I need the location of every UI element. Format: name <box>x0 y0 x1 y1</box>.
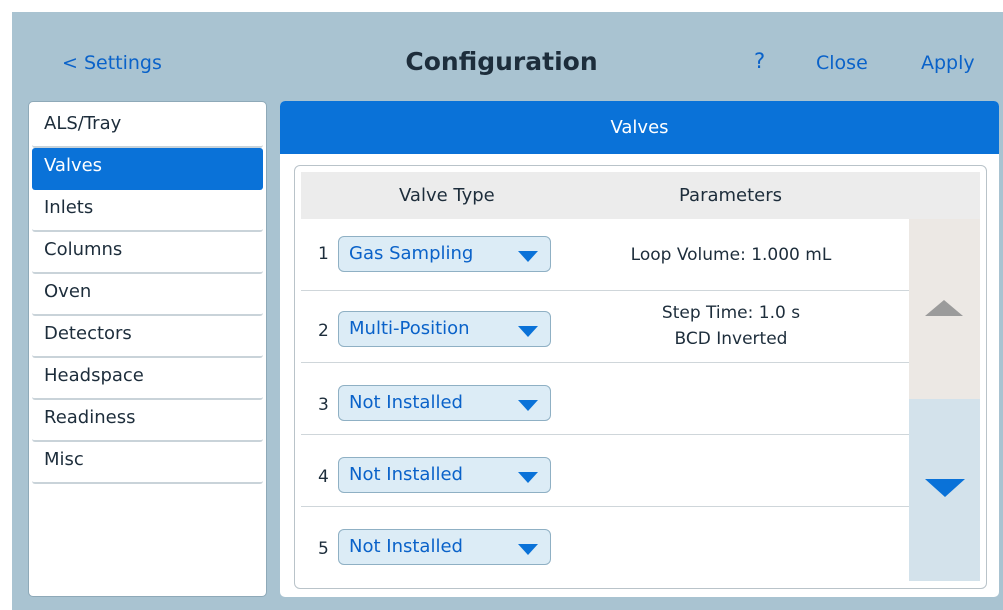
table-row: 5 Not Installed <box>301 507 909 579</box>
table-header: Valve Type Parameters <box>301 172 980 219</box>
triangle-down-icon <box>925 479 965 497</box>
sidebar-item-oven[interactable]: Oven <box>32 274 263 316</box>
scroll-controls <box>909 219 980 581</box>
triangle-up-icon <box>925 300 963 316</box>
valve-type-value: Not Installed <box>349 464 463 485</box>
table-row: 3 Not Installed <box>301 363 909 435</box>
caret-down-icon <box>518 251 538 262</box>
sidebar-item-readiness[interactable]: Readiness <box>32 400 263 442</box>
row-number: 5 <box>318 539 329 559</box>
scroll-down-button[interactable] <box>909 399 980 581</box>
caret-down-icon <box>518 544 538 555</box>
valve-type-value: Gas Sampling <box>349 243 474 264</box>
row-number: 2 <box>318 321 329 341</box>
column-header-parameters: Parameters <box>679 185 783 206</box>
sidebar-item-headspace[interactable]: Headspace <box>32 358 263 400</box>
sidebar-item-misc[interactable]: Misc <box>32 442 263 484</box>
valve-type-value: Not Installed <box>349 392 463 413</box>
scroll-up-button[interactable] <box>909 219 980 399</box>
help-button[interactable]: ? <box>754 50 765 72</box>
valves-panel: Valves Valve Type Parameters 1 Gas Sampl… <box>280 101 999 597</box>
parameter-text: Step Time: 1.0 s <box>661 303 801 323</box>
caret-down-icon <box>518 326 538 337</box>
sidebar-item-columns[interactable]: Columns <box>32 232 263 274</box>
column-header-valve-type: Valve Type <box>399 185 495 206</box>
row-number: 1 <box>318 244 329 264</box>
sidebar-item-detectors[interactable]: Detectors <box>32 316 263 358</box>
valve-type-value: Not Installed <box>349 536 463 557</box>
panel-title: Valves <box>280 101 999 154</box>
caret-down-icon <box>518 472 538 483</box>
valves-table: Valve Type Parameters 1 Gas Sampling Loo… <box>294 165 987 589</box>
valve-type-select[interactable]: Not Installed <box>338 529 551 565</box>
valve-type-select[interactable]: Gas Sampling <box>338 236 551 272</box>
valve-type-select[interactable]: Multi-Position <box>338 311 551 347</box>
valve-type-select[interactable]: Not Installed <box>338 457 551 493</box>
sidebar-item-als-tray[interactable]: ALS/Tray <box>32 106 263 148</box>
sidebar-item-valves[interactable]: Valves <box>32 148 263 190</box>
table-row: 4 Not Installed <box>301 435 909 507</box>
close-button[interactable]: Close <box>816 52 868 74</box>
valve-type-value: Multi-Position <box>349 318 470 339</box>
table-row: 1 Gas Sampling Loop Volume: 1.000 mL <box>301 219 909 291</box>
caret-down-icon <box>518 400 538 411</box>
apply-button[interactable]: Apply <box>921 52 975 74</box>
parameter-text: Loop Volume: 1.000 mL <box>630 245 832 265</box>
sidebar: ALS/Tray Valves Inlets Columns Oven Dete… <box>28 101 267 597</box>
table-row: 2 Multi-Position Step Time: 1.0 s BCD In… <box>301 291 909 363</box>
valve-type-select[interactable]: Not Installed <box>338 385 551 421</box>
row-number: 3 <box>318 395 329 415</box>
row-number: 4 <box>318 467 329 487</box>
sidebar-item-inlets[interactable]: Inlets <box>32 190 263 232</box>
parameter-text: BCD Inverted <box>674 329 788 349</box>
